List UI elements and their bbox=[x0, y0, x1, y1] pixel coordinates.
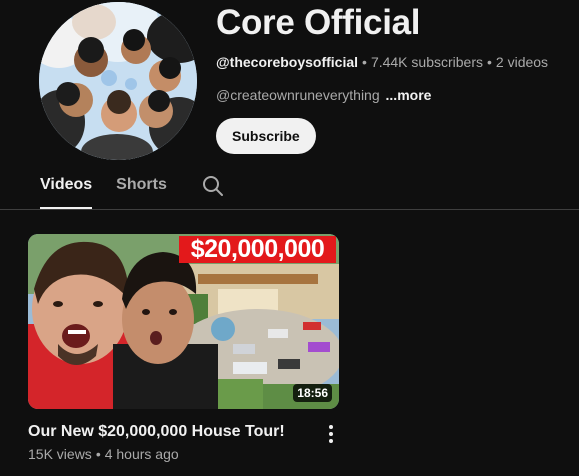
video-thumbnail[interactable]: $20,000,000 18:56 bbox=[28, 234, 339, 409]
kebab-dot bbox=[329, 439, 333, 443]
view-count: 15K views bbox=[28, 446, 92, 462]
search-icon[interactable] bbox=[201, 174, 225, 198]
channel-name: Core Official bbox=[216, 3, 421, 42]
channel-meta: @thecoreboysofficial • 7.44K subscribers • 2… bbox=[216, 54, 571, 70]
more-link[interactable]: ...more bbox=[386, 87, 432, 103]
video-count: 2 videos bbox=[495, 54, 549, 70]
channel-tabs: Videos Shorts bbox=[40, 174, 225, 209]
subscriber-count: 7.44K subscribers bbox=[370, 54, 483, 70]
tabs-divider bbox=[0, 209, 579, 210]
video-meta: 15K views • 4 hours ago bbox=[28, 446, 339, 462]
video-card: $20,000,000 18:56 Our New $20,000,000 Ho… bbox=[28, 234, 339, 462]
channel-info: Core Official @thecoreboysofficial • 7.44K… bbox=[216, 0, 571, 154]
video-duration: 18:56 bbox=[293, 384, 332, 402]
channel-description[interactable]: @createownruneverything ...more bbox=[216, 87, 571, 103]
separator-dot: • bbox=[487, 54, 492, 70]
separator-dot: • bbox=[95, 446, 101, 462]
kebab-dot bbox=[329, 432, 333, 436]
channel-description-text: @createownruneverything bbox=[216, 87, 380, 103]
channel-handle[interactable]: @thecoreboysofficial bbox=[216, 54, 358, 70]
kebab-dot bbox=[329, 425, 333, 429]
upload-age: 4 hours ago bbox=[104, 446, 179, 462]
video-title[interactable]: Our New $20,000,000 House Tour! bbox=[28, 423, 339, 441]
subscribe-button[interactable]: Subscribe bbox=[216, 118, 316, 154]
thumbnail-money-text: $20,000,000 bbox=[179, 236, 336, 263]
channel-avatar[interactable] bbox=[39, 2, 197, 160]
separator-dot: • bbox=[362, 54, 367, 70]
tab-videos[interactable]: Videos bbox=[40, 174, 93, 209]
more-vert-icon[interactable] bbox=[322, 423, 340, 445]
group-photo-avatar bbox=[39, 2, 197, 160]
tab-shorts[interactable]: Shorts bbox=[116, 174, 167, 209]
